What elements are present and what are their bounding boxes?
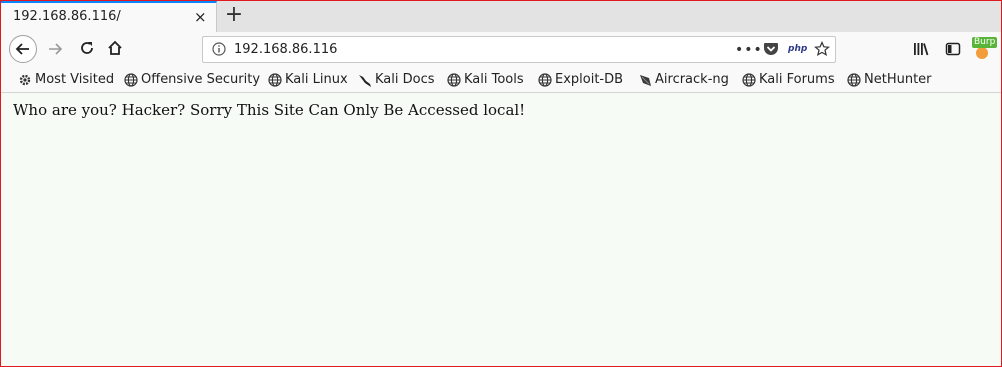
- burp-face-icon: [976, 47, 988, 59]
- new-tab-button[interactable]: +: [223, 3, 245, 27]
- bookmark-star-icon[interactable]: [814, 41, 830, 57]
- url-text[interactable]: 192.168.86.116: [234, 42, 337, 57]
- bookmark-label: Most Visited: [35, 72, 115, 87]
- bookmark-label: Aircrack-ng: [655, 72, 729, 87]
- bookmark-label: Kali Linux: [285, 72, 348, 87]
- globe-icon: [847, 73, 861, 87]
- pocket-icon[interactable]: [763, 42, 779, 56]
- navigation-toolbar: 192.168.86.116 ••• php Burp: [1, 32, 1001, 67]
- globe-icon: [538, 73, 552, 87]
- url-bar[interactable]: 192.168.86.116 ••• php: [202, 36, 836, 63]
- library-icon[interactable]: [913, 41, 929, 57]
- tab-title: 192.168.86.116/: [13, 9, 121, 24]
- browser-window: 192.168.86.116/ × + 192.168.86.116 ••• p…: [0, 0, 1002, 367]
- back-button[interactable]: [9, 35, 37, 63]
- info-icon[interactable]: [212, 42, 226, 56]
- globe-icon: [124, 73, 138, 87]
- tab-strip: 192.168.86.116/ × +: [1, 1, 1001, 33]
- access-denied-message: Who are you? Hacker? Sorry This Site Can…: [13, 101, 526, 119]
- bookmark-label: Kali Tools: [464, 72, 524, 87]
- sidebar-icon[interactable]: [945, 41, 961, 57]
- bookmark-label: NetHunter: [864, 72, 932, 87]
- burp-badge: Burp: [972, 37, 998, 48]
- bookmark-label: Offensive Security: [141, 72, 261, 87]
- bookmark-label: Exploit-DB: [555, 72, 624, 87]
- burp-extension-icon[interactable]: Burp: [969, 37, 999, 63]
- globe-icon: [447, 73, 461, 87]
- globe-icon: [742, 73, 756, 87]
- forward-button[interactable]: [47, 41, 63, 57]
- bookmark-label: Kali Forums: [759, 72, 835, 87]
- reload-button[interactable]: [79, 40, 95, 56]
- bookmarks-toolbar: Most Visited Offensive Security Kali Lin…: [1, 67, 1001, 93]
- aircrack-icon: [640, 75, 651, 86]
- home-button[interactable]: [107, 40, 123, 56]
- arrow-left-icon: [15, 43, 29, 55]
- php-extension-icon[interactable]: php: [788, 42, 807, 56]
- tab-active[interactable]: 192.168.86.116/ ×: [1, 1, 217, 32]
- gear-icon: [19, 74, 31, 86]
- bookmark-label: Kali Docs: [375, 72, 435, 87]
- page-actions-menu[interactable]: •••: [735, 38, 763, 62]
- page-content: Who are you? Hacker? Sorry This Site Can…: [1, 93, 1001, 366]
- tab-close-button[interactable]: ×: [194, 7, 207, 27]
- kali-dragon-icon: [359, 75, 371, 87]
- globe-icon: [268, 73, 282, 87]
